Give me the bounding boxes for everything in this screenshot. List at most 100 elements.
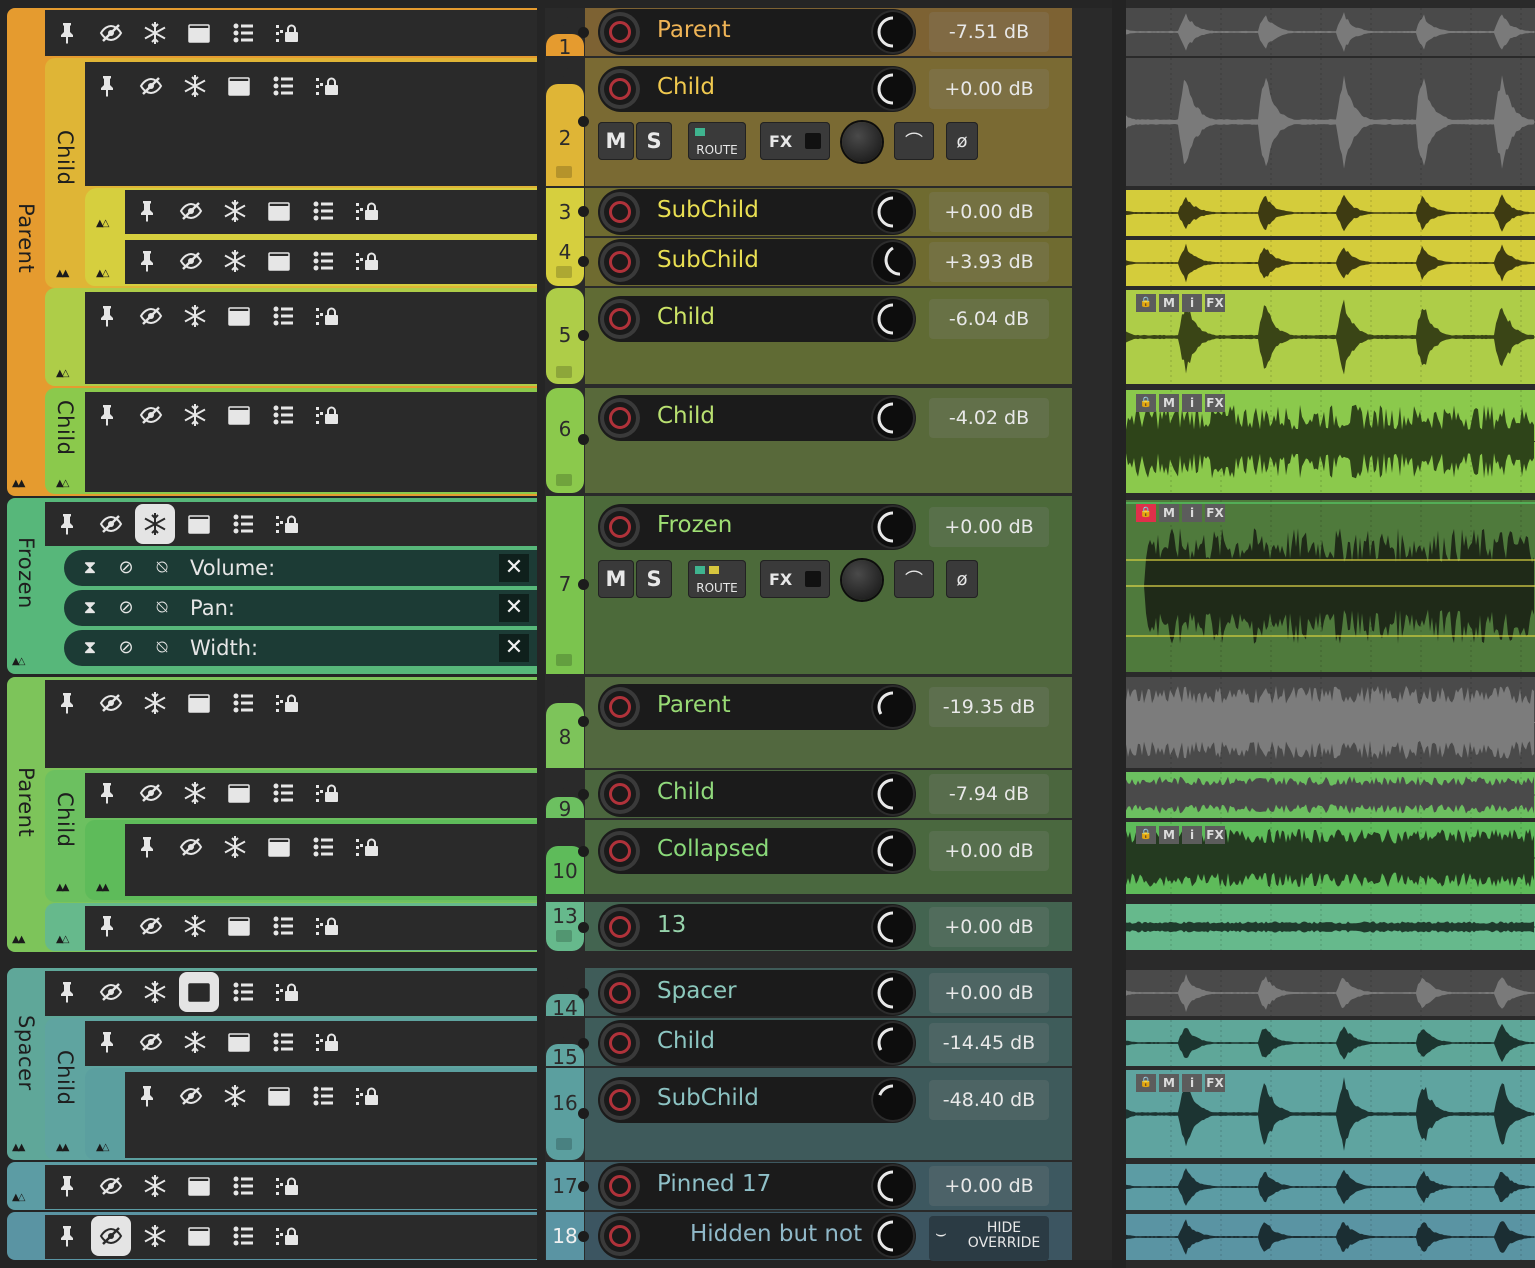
hide-icon[interactable] [91,13,131,53]
volume-readout[interactable]: -48.40 dB [929,1080,1049,1120]
hide-icon[interactable] [171,827,211,867]
phase-invert-button[interactable]: ø [946,122,978,160]
volume-readout[interactable]: +0.00 dB [929,507,1049,547]
collapse-arrows-icon[interactable]: ▲△ [96,268,109,279]
pin-icon[interactable] [127,827,167,867]
track-name[interactable]: Child [657,74,715,100]
freeze-icon[interactable] [215,827,255,867]
hide-icon[interactable] [171,191,211,231]
pin-icon[interactable] [47,972,87,1012]
record-arm-button[interactable] [600,1216,640,1256]
list-icon[interactable] [223,1216,263,1256]
list-icon[interactable] [263,395,303,435]
window-icon[interactable] [259,827,299,867]
volume-readout[interactable]: +0.00 dB [929,973,1049,1013]
media-item-lane[interactable]: 🔒 Mi FX [1126,290,1535,384]
record-arm-button[interactable] [600,69,640,109]
window-icon[interactable] [179,13,219,53]
item-tag[interactable]: i [1182,394,1202,412]
fx-button[interactable]: FX [760,122,830,160]
list-icon[interactable] [263,773,303,813]
volume-readout[interactable]: -7.51 dB [929,12,1049,52]
pan-knob[interactable] [871,396,915,440]
mute-button[interactable]: M [598,560,634,598]
media-item-lane[interactable] [1126,1020,1535,1066]
arm-envelope-icon[interactable]: ⧗ [76,594,104,622]
pan-knob[interactable] [871,67,915,111]
lock-icon[interactable] [267,1166,307,1206]
track-name-pill[interactable]: SubChild [598,1077,916,1123]
lock-icon[interactable]: 🔒 [1136,826,1156,844]
record-arm-button[interactable] [600,299,640,339]
freeze-icon[interactable] [175,296,215,336]
freeze-icon[interactable] [175,395,215,435]
hide-override-button[interactable]: ⌣ HIDE OVERRIDE [929,1216,1049,1261]
record-arm-button[interactable] [600,687,640,727]
item-tag[interactable]: i [1182,504,1202,522]
record-arm-button[interactable] [600,192,640,232]
pan-knob[interactable] [871,971,915,1015]
track-name[interactable]: Parent [657,17,731,43]
media-item-lane[interactable] [1126,58,1535,186]
pin-icon[interactable] [47,13,87,53]
window-icon[interactable] [219,906,259,946]
record-arm-button[interactable] [600,973,640,1013]
folder-expand-icon[interactable]: ▶ [558,825,569,841]
pan-knob[interactable] [871,1214,915,1258]
hide-icon[interactable] [131,66,171,106]
window-icon[interactable] [179,683,219,723]
item-tag[interactable]: M [1159,1074,1179,1092]
window-icon[interactable] [179,972,219,1012]
item-tag[interactable]: i [1182,1074,1202,1092]
window-icon[interactable] [259,241,299,281]
width-knob[interactable] [842,560,882,600]
hide-icon[interactable] [131,773,171,813]
pin-icon[interactable] [87,66,127,106]
pan-knob[interactable] [871,829,915,873]
lock-icon[interactable]: 🔒 [1136,1074,1156,1092]
volume-readout[interactable]: +0.00 dB [929,1166,1049,1206]
track-name[interactable]: Spacer [657,978,737,1004]
list-icon[interactable] [303,241,343,281]
freeze-icon[interactable] [135,1166,175,1206]
hide-icon[interactable]: ⊘ [112,634,140,662]
track-name-pill[interactable]: Parent [598,684,916,730]
collapse-arrows-icon[interactable]: ▲▲ [56,882,69,893]
pin-icon[interactable] [47,1166,87,1206]
window-icon[interactable] [179,1216,219,1256]
hide-icon[interactable] [91,683,131,723]
window-icon[interactable] [219,773,259,813]
track-name[interactable]: Child [657,1028,715,1054]
pan-knob[interactable] [871,685,915,729]
item-tag[interactable]: M [1159,294,1179,312]
item-tag[interactable]: M [1159,504,1179,522]
hide-icon[interactable] [91,1166,131,1206]
pan-knob[interactable] [871,905,915,949]
pin-icon[interactable] [47,683,87,723]
collapse-arrows-icon[interactable]: ▲△ [96,1142,109,1153]
hide-icon[interactable] [91,972,131,1012]
track-name-pill[interactable]: Child [598,296,916,342]
volume-readout[interactable]: -19.35 dB [929,687,1049,727]
track-name[interactable]: Child [657,779,715,805]
close-icon[interactable]: ✕ [499,554,529,582]
track-name[interactable]: Collapsed [657,836,769,862]
collapse-arrows-icon[interactable]: ▲△ [12,656,25,667]
freeze-icon[interactable] [175,66,215,106]
bypass-icon[interactable]: ⍉ [148,634,176,662]
route-button[interactable]: ROUTE [688,122,746,160]
lock-icon[interactable] [307,1022,347,1062]
track-name[interactable]: Child [657,304,715,330]
freeze-icon[interactable] [215,241,255,281]
window-icon[interactable] [259,1076,299,1116]
item-tag[interactable]: FX [1205,504,1225,522]
record-arm-button[interactable] [600,12,640,52]
envelope-lane-volume[interactable]: ⧗ ⊘ ⍉ Volume: ✕ [64,550,537,586]
list-icon[interactable] [303,827,343,867]
lock-icon[interactable] [307,66,347,106]
media-item-lane[interactable]: 🔒 Mi FX [1126,390,1535,493]
lock-icon[interactable]: 🔒 [1136,394,1156,412]
volume-readout[interactable]: -4.02 dB [929,398,1049,438]
record-arm-button[interactable] [600,831,640,871]
volume-readout[interactable]: +0.00 dB [929,907,1049,947]
